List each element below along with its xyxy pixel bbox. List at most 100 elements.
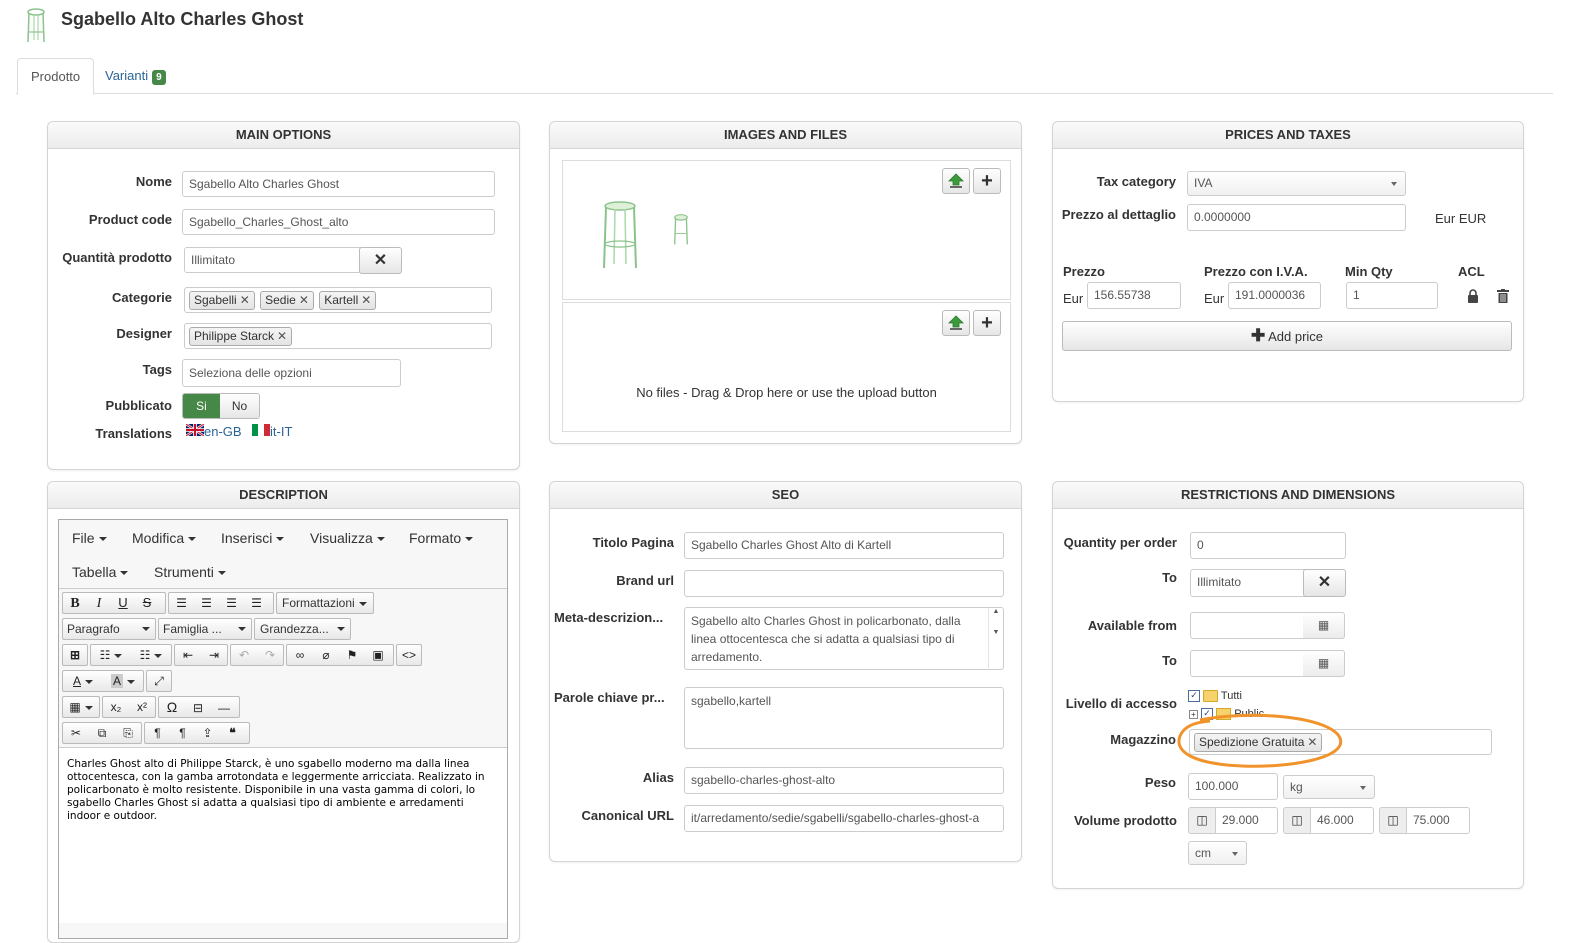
omega-icon[interactable]: Ω [159,697,185,717]
titolo-pagina-input[interactable]: Sgabello Charles Ghost Alto di Kartell [684,532,1004,559]
subscript-icon[interactable]: x₂ [103,697,129,717]
peso-unit-select[interactable]: kg [1283,775,1375,799]
translation-en-link[interactable]: en-GB [185,423,242,439]
indent-icon[interactable]: ⇥ [201,645,227,665]
fullscreen-icon[interactable]: ⤢ [147,671,171,691]
quantita-input[interactable]: Illimitato [184,247,361,273]
pubblicato-no-button[interactable]: No [220,394,259,418]
bookmark-icon[interactable]: ⚑ [339,645,365,665]
available-from-input[interactable] [1190,612,1304,639]
product-image-thumbnail[interactable] [600,200,640,270]
show-blocks-icon[interactable]: ¶ [170,723,195,743]
copy-icon[interactable]: ⧉ [89,723,115,743]
align-center-icon[interactable]: ☰ [194,593,219,613]
undo-icon[interactable]: ↶ [231,645,257,665]
italic-icon[interactable]: I [87,594,111,614]
pilcrow-icon[interactable]: ¶ [145,723,170,743]
menu-file[interactable]: File [72,530,107,546]
designer-tag[interactable]: Philippe Starck ✕ [189,327,293,346]
media-icon[interactable]: ⊟ [185,698,211,718]
product-code-input[interactable]: Sgabello_Charles_Ghost_alto [182,209,495,235]
volume-z-input[interactable]: 75.000 [1406,807,1470,834]
pubblicato-yes-button[interactable]: Si [183,394,220,418]
unlink-icon[interactable]: ⌀ [313,645,339,665]
translation-it-link[interactable]: it-IT [252,424,292,439]
remove-tag-icon[interactable]: ✕ [277,329,287,343]
remove-tag-icon[interactable]: ✕ [299,293,309,307]
quantita-clear-button[interactable]: ✕ [359,247,402,274]
font-size-dropdown[interactable]: Grandezza... [254,618,351,640]
quantity-to-input[interactable]: Illimitato [1190,569,1306,597]
editor-body[interactable]: Charles Ghost alto di Philippe Starck, è… [59,747,507,923]
paste-icon[interactable]: ⎘ [115,723,141,743]
prezzo-iva-input[interactable]: 191.0000036 [1228,282,1321,309]
numbered-list-icon[interactable]: ☷ [131,645,171,665]
outdent-icon[interactable]: ⇤ [175,645,201,665]
trash-icon[interactable] [1497,289,1509,303]
link-icon[interactable]: ∞ [287,645,313,665]
quantity-to-clear-button[interactable]: ✕ [1303,569,1346,597]
remove-tag-icon[interactable]: ✕ [240,293,250,307]
access-tree-item-tutti[interactable]: ✓ Tutti [1188,690,1242,703]
menu-tabella[interactable]: Tabella [72,564,129,580]
align-justify-icon[interactable]: ☰ [244,593,269,613]
checkbox-checked-icon[interactable]: ✓ [1188,690,1200,703]
menu-modifica[interactable]: Modifica [132,530,197,546]
min-qty-input[interactable]: 1 [1346,282,1438,309]
prezzo-input[interactable]: 156.55738 [1087,282,1181,309]
category-tag[interactable]: Sedie ✕ [260,291,314,310]
bold-icon[interactable]: B [63,594,87,614]
product-image-thumbnail[interactable] [672,212,690,248]
remove-tag-icon[interactable]: ✕ [361,293,371,307]
category-tag[interactable]: Kartell ✕ [319,291,377,310]
code-icon[interactable]: <> [397,645,421,665]
meta-scrollbar[interactable]: ▲ ▼ [988,608,1003,668]
add-price-button[interactable]: ✚ Add price [1062,321,1512,351]
parole-chiave-textarea[interactable]: sgabello,kartell [684,687,1004,749]
blockquote-icon[interactable]: ❝ [220,723,245,743]
quantity-per-order-input[interactable]: 0 [1190,532,1346,559]
formats-dropdown[interactable]: Formattazioni [276,592,374,614]
tab-prodotto[interactable]: Prodotto [17,58,95,95]
menu-strumenti[interactable]: Strumenti [154,564,226,580]
upload-file-button[interactable] [942,310,970,336]
paragraph-dropdown[interactable]: Paragrafo [62,618,156,640]
canonical-url-input[interactable]: it/arredamento/sedie/sgabelli/sgabello-c… [684,805,1004,832]
superscript-icon[interactable]: x² [129,697,155,717]
menu-formato[interactable]: Formato [409,530,474,546]
strikethrough-icon[interactable]: S [135,593,159,613]
align-left-icon[interactable]: ☰ [169,593,194,613]
categorie-multiselect[interactable]: Sgabelli ✕ Sedie ✕ Kartell ✕ [184,287,492,313]
available-from-calendar-button[interactable]: ▦ [1303,612,1345,639]
add-file-button[interactable]: + [973,310,1001,336]
background-color-icon[interactable]: A [103,671,143,691]
menu-inserisci[interactable]: Inserisci [221,530,285,546]
export-icon[interactable]: ⇪ [195,723,220,743]
upload-image-button[interactable] [942,168,970,194]
image-icon[interactable]: ▣ [365,645,391,665]
brand-url-input[interactable] [684,570,1004,597]
pubblicato-toggle[interactable]: Si No [182,393,260,419]
retail-price-input[interactable]: 0.0000000 [1187,204,1406,231]
meta-description-textarea[interactable]: Sgabello alto Charles Ghost in policarbo… [684,607,1004,670]
menu-visualizza[interactable]: Visualizza [310,530,385,546]
tab-varianti[interactable]: Varianti 9 [92,58,179,93]
text-color-icon[interactable]: A [63,671,103,691]
volume-x-input[interactable]: 29.000 [1215,807,1278,834]
align-right-icon[interactable]: ☰ [219,593,244,613]
redo-icon[interactable]: ↷ [257,645,283,665]
category-tag[interactable]: Sgabelli ✕ [189,291,255,310]
available-to-calendar-button[interactable]: ▦ [1303,650,1345,677]
peso-input[interactable]: 100.000 [1188,773,1278,800]
table-icon[interactable]: ▦ [63,697,99,717]
font-family-dropdown[interactable]: Famiglia ... [158,618,252,640]
lock-icon[interactable] [1467,289,1479,303]
binoculars-icon[interactable]: ⊞ [63,645,87,665]
bullet-list-icon[interactable]: ☷ [91,645,131,665]
tax-category-select[interactable]: IVA [1187,171,1406,196]
cut-icon[interactable]: ✂ [63,723,89,743]
available-to-input[interactable] [1190,650,1304,677]
add-image-button[interactable]: + [973,168,1001,194]
underline-icon[interactable]: U [111,593,135,613]
volume-unit-select[interactable]: cm [1188,841,1247,865]
